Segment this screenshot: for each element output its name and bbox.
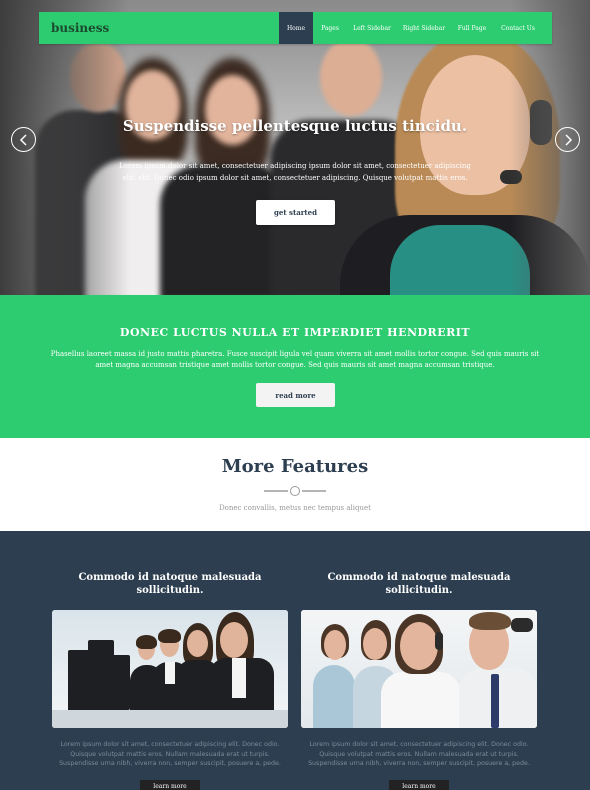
- get-started-button[interactable]: get started: [256, 200, 335, 225]
- highlight-banner: DONEC LUCTUS NULLA ET IMPERDIET HENDRERI…: [0, 295, 590, 438]
- feature-card-title: Commodo id natoque malesuada sollicitudi…: [78, 572, 262, 596]
- slider-next-button[interactable]: [555, 127, 580, 152]
- site-logo[interactable]: business: [51, 21, 279, 35]
- top-navbar: business Home Pages Left Sidebar Right S…: [39, 12, 552, 44]
- chevron-right-icon: [564, 133, 572, 146]
- feature-card-text: Lorem ipsum dolor sit amet, consectetuer…: [59, 741, 281, 767]
- feature-card-title: Commodo id natoque malesuada sollicitudi…: [327, 572, 511, 596]
- features-subtitle: Donec convallis, metus nec tempus alique…: [219, 504, 371, 512]
- learn-more-button[interactable]: learn more: [389, 780, 449, 790]
- features-section: Commodo id natoque malesuada sollicitudi…: [0, 531, 590, 790]
- learn-more-button[interactable]: learn more: [140, 780, 200, 790]
- divider: [264, 490, 288, 492]
- hero-shade: [510, 0, 590, 295]
- hero-text: Lorem ipsum dolor sit amet, consectetuer…: [119, 162, 471, 182]
- nav-item-left-sidebar[interactable]: Left Sidebar: [347, 12, 397, 44]
- chevron-left-icon: [19, 133, 27, 146]
- features-title: More Features: [221, 456, 369, 477]
- nav-item-contact-us[interactable]: Contact Us: [493, 12, 543, 44]
- hero-title: Suspendisse pellentesque luctus tincidu.: [122, 117, 468, 135]
- feature-card-image: [52, 610, 288, 728]
- feature-card-image: [301, 610, 537, 728]
- nav-item-home[interactable]: Home: [279, 12, 313, 44]
- features-header: More Features Donec convallis, metus nec…: [0, 438, 590, 532]
- slider-prev-button[interactable]: [11, 127, 36, 152]
- nav-item-pages[interactable]: Pages: [313, 12, 347, 44]
- main-nav: Home Pages Left Sidebar Right Sidebar Fu…: [279, 12, 543, 44]
- hero-slider: Suspendisse pellentesque luctus tincidu.…: [0, 0, 590, 295]
- banner-title: DONEC LUCTUS NULLA ET IMPERDIET HENDRERI…: [119, 326, 471, 339]
- divider: [302, 490, 326, 492]
- hero-image-person: [320, 38, 382, 116]
- section-divider: [0, 528, 590, 534]
- read-more-button[interactable]: read more: [256, 383, 335, 407]
- nav-item-right-sidebar[interactable]: Right Sidebar: [397, 12, 451, 44]
- nav-item-full-page[interactable]: Full Page: [451, 12, 493, 44]
- feature-card-text: Lorem ipsum dolor sit amet, consectetuer…: [308, 741, 530, 767]
- banner-text: Phasellus laoreet massa id justo mattis …: [50, 350, 540, 369]
- hero-image-person: [390, 225, 530, 295]
- divider-circle-icon: [290, 486, 300, 496]
